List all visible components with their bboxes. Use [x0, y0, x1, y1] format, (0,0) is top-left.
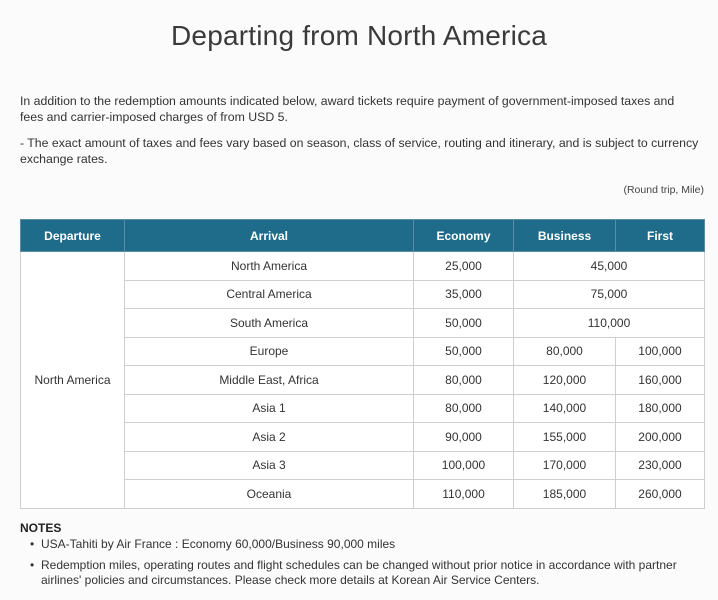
arrival-cell: Central America: [124, 279, 414, 309]
page-title: Departing from North America: [171, 20, 547, 51]
arrival-cell: Asia 3: [124, 450, 414, 480]
header-business: Business: [513, 219, 616, 252]
unit-note: (Round trip, Mile): [623, 184, 704, 196]
bullet-icon: •: [30, 537, 35, 551]
economy-cell: 110,000: [413, 479, 514, 509]
business-cell: 120,000: [513, 365, 616, 395]
arrival-cell: Europe: [124, 336, 414, 366]
business-first-cell: 110,000: [513, 308, 705, 338]
economy-cell: 100,000: [413, 450, 514, 480]
note-item: • Redemption miles, operating routes and…: [30, 558, 710, 588]
note-item: • USA-Tahiti by Air France : Economy 60,…: [30, 537, 710, 552]
notes-list: • USA-Tahiti by Air France : Economy 60,…: [20, 537, 710, 588]
intro-paragraph-variation: - The exact amount of taxes and fees var…: [20, 136, 699, 166]
table-header-row: Departure Arrival Economy Business First: [20, 219, 705, 252]
business-cell: 170,000: [513, 450, 616, 480]
header-departure: Departure: [20, 219, 125, 252]
arrival-cell: South America: [124, 308, 414, 338]
departure-cell: North America: [20, 251, 125, 509]
first-cell: 100,000: [615, 336, 705, 366]
first-cell: 160,000: [615, 365, 705, 395]
intro-text: In addition to the redemption amounts in…: [20, 93, 700, 177]
first-cell: 180,000: [615, 393, 705, 423]
arrival-cell: Asia 1: [124, 393, 414, 423]
business-first-cell: 75,000: [513, 279, 705, 309]
economy-cell: 90,000: [413, 422, 514, 452]
notes-heading: NOTES: [20, 521, 62, 535]
header-arrival: Arrival: [124, 219, 414, 252]
header-economy: Economy: [413, 219, 514, 252]
business-cell: 185,000: [513, 479, 616, 509]
business-cell: 80,000: [513, 336, 616, 366]
economy-cell: 50,000: [413, 336, 514, 366]
arrival-cell: North America: [124, 251, 414, 281]
arrival-cell: Middle East, Africa: [124, 365, 414, 395]
header-first: First: [615, 219, 705, 252]
notes-section: NOTES • USA-Tahiti by Air France : Econo…: [20, 521, 710, 594]
first-cell: 230,000: [615, 450, 705, 480]
note-text: USA-Tahiti by Air France : Economy 60,00…: [41, 537, 396, 551]
first-cell: 260,000: [615, 479, 705, 509]
economy-cell: 50,000: [413, 308, 514, 338]
arrival-cell: Asia 2: [124, 422, 414, 452]
first-cell: 200,000: [615, 422, 705, 452]
economy-cell: 25,000: [413, 251, 514, 281]
arrival-cell: Oceania: [124, 479, 414, 509]
note-text: Redemption miles, operating routes and f…: [41, 558, 677, 587]
award-chart-table: Departure Arrival Economy Business First…: [20, 219, 705, 509]
economy-cell: 35,000: [413, 279, 514, 309]
business-cell: 155,000: [513, 422, 616, 452]
economy-cell: 80,000: [413, 393, 514, 423]
intro-paragraph-taxes: In addition to the redemption amounts in…: [20, 94, 675, 124]
economy-cell: 80,000: [413, 365, 514, 395]
bullet-icon: •: [30, 558, 35, 572]
business-first-cell: 45,000: [513, 251, 705, 281]
business-cell: 140,000: [513, 393, 616, 423]
table-row: North America North America 25,000 45,00…: [20, 251, 705, 509]
